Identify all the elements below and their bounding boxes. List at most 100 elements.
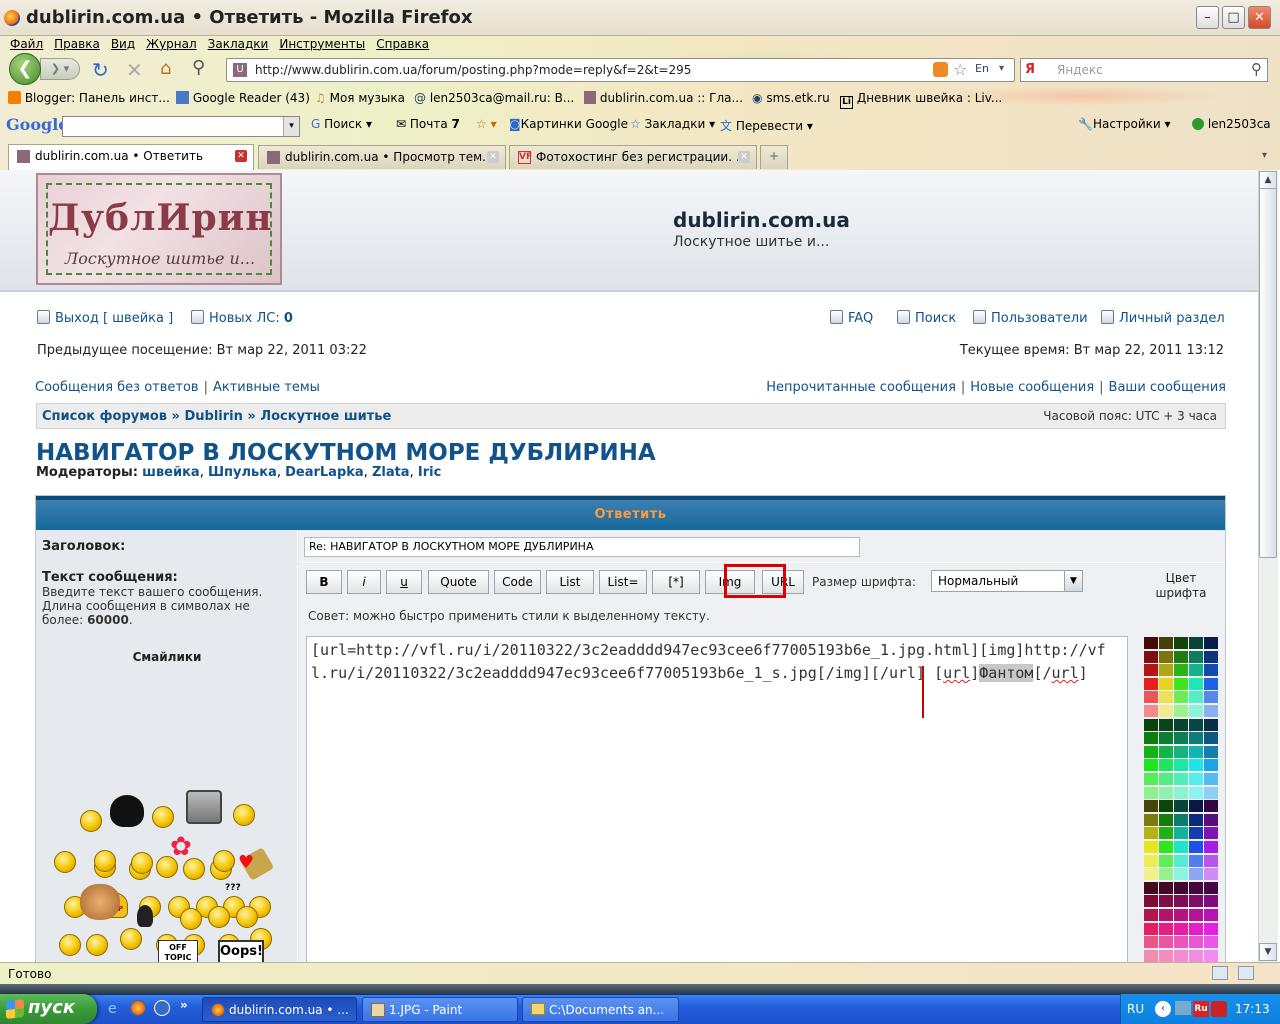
chevron-down-icon[interactable]: ▾ — [283, 117, 299, 136]
color-swatch[interactable] — [1189, 881, 1203, 894]
color-swatch[interactable] — [1144, 895, 1158, 908]
color-swatch[interactable] — [1174, 895, 1188, 908]
color-swatch[interactable] — [1174, 922, 1188, 935]
moderator-link[interactable]: Шпулька — [208, 465, 277, 480]
color-swatch[interactable] — [1144, 949, 1158, 962]
oops-sign[interactable]: Oops! — [218, 940, 264, 962]
list-ordered-button[interactable]: List= — [599, 570, 647, 594]
menu-history[interactable]: Журнал — [146, 37, 197, 51]
color-swatch[interactable] — [1159, 800, 1173, 813]
color-swatch[interactable] — [1144, 677, 1158, 690]
color-palette[interactable] — [1144, 637, 1218, 962]
color-swatch[interactable] — [1159, 677, 1173, 690]
quote-button[interactable]: Quote — [428, 570, 489, 594]
color-swatch[interactable] — [1174, 677, 1188, 690]
color-swatch[interactable] — [1159, 881, 1173, 894]
google-settings-button[interactable]: 🔧Настройки ▾ — [1078, 117, 1171, 131]
maximize-button[interactable]: □ — [1222, 6, 1245, 29]
color-swatch[interactable] — [1204, 677, 1218, 690]
color-swatch[interactable] — [1144, 773, 1158, 785]
offtopic-sign[interactable]: OFF TOPIC — [158, 940, 198, 962]
menu-tools[interactable]: Инструменты — [279, 37, 365, 51]
google-images-button[interactable]: ◙Картинки Google — [509, 117, 628, 131]
code-button[interactable]: Code — [494, 570, 541, 594]
color-swatch[interactable] — [1144, 786, 1158, 799]
color-swatch[interactable] — [1159, 922, 1173, 935]
color-swatch[interactable] — [1159, 773, 1173, 785]
color-swatch[interactable] — [1189, 922, 1203, 935]
color-swatch[interactable] — [1144, 650, 1158, 663]
url-dropdown-icon[interactable]: ▾ — [999, 63, 1004, 74]
new-posts-link[interactable]: Новые сообщения — [970, 380, 1094, 395]
smilie-icon[interactable] — [131, 852, 153, 874]
color-swatch[interactable] — [1174, 868, 1188, 881]
network-icon[interactable] — [1175, 1001, 1191, 1015]
color-swatch[interactable] — [1144, 854, 1158, 867]
tab-reply[interactable]: dublirin.com.ua • Ответить ✕ — [8, 144, 254, 170]
smilie-icon[interactable] — [208, 906, 230, 928]
scroll-down-button[interactable]: ▼ — [1259, 943, 1277, 961]
pm-link[interactable]: Новых ЛС: 0 — [191, 310, 293, 326]
moderator-link[interactable]: Iric — [418, 465, 441, 480]
color-swatch[interactable] — [1144, 759, 1158, 772]
color-swatch[interactable] — [1174, 705, 1188, 717]
color-swatch[interactable] — [1174, 854, 1188, 867]
chevron-left-icon[interactable]: ‹ — [1155, 1001, 1171, 1017]
close-tab-icon[interactable]: ✕ — [487, 151, 499, 163]
color-swatch[interactable] — [1159, 909, 1173, 921]
color-swatch[interactable] — [1159, 868, 1173, 881]
menu-help[interactable]: Справка — [376, 37, 429, 51]
stop-icon[interactable]: ✕ — [126, 58, 143, 82]
color-swatch[interactable] — [1189, 773, 1203, 785]
color-swatch[interactable] — [1144, 936, 1158, 949]
new-tab-button[interactable]: + — [760, 145, 788, 169]
page-title[interactable]: НАВИГАТОР В ЛОСКУТНОМ МОРЕ ДУБЛИРИНА — [36, 440, 656, 466]
color-swatch[interactable] — [1189, 949, 1203, 962]
color-swatch[interactable] — [1174, 759, 1188, 772]
color-swatch[interactable] — [1174, 773, 1188, 785]
zoom-icon[interactable]: ⚲ — [192, 57, 205, 78]
color-swatch[interactable] — [1189, 691, 1203, 704]
color-swatch[interactable] — [1144, 718, 1158, 731]
crumb-index[interactable]: Список форумов — [42, 409, 167, 424]
color-swatch[interactable] — [1159, 936, 1173, 949]
color-swatch[interactable] — [1204, 691, 1218, 704]
quicklaunch-more-icon[interactable]: » — [180, 998, 188, 1012]
color-swatch[interactable] — [1174, 732, 1188, 745]
color-swatch[interactable] — [1189, 909, 1203, 921]
back-button[interactable]: ❮ — [9, 53, 41, 85]
bulb-smilie-icon[interactable] — [137, 905, 153, 927]
minimize-button[interactable]: – — [1196, 6, 1219, 29]
color-swatch[interactable] — [1159, 637, 1173, 649]
taskbar-item-firefox[interactable]: dublirin.com.ua • ... — [202, 997, 357, 1022]
list-button[interactable]: List — [546, 570, 594, 594]
smilie-icon[interactable] — [236, 906, 258, 928]
color-swatch[interactable] — [1204, 705, 1218, 717]
color-swatch[interactable] — [1189, 677, 1203, 690]
tab-list-icon[interactable]: ▾ — [1262, 150, 1267, 161]
smilie-icon[interactable] — [213, 850, 235, 872]
color-swatch[interactable] — [1174, 650, 1188, 663]
color-swatch[interactable] — [1174, 745, 1188, 758]
smilie-icon[interactable] — [120, 928, 142, 950]
color-swatch[interactable] — [1204, 773, 1218, 785]
color-swatch[interactable] — [1189, 800, 1203, 813]
scroll-thumb[interactable] — [1259, 188, 1277, 558]
google-mail-button[interactable]: ✉ Почта 7 — [396, 117, 460, 131]
color-swatch[interactable] — [1144, 922, 1158, 935]
close-tab-icon[interactable]: ✕ — [738, 151, 750, 163]
google-star-icon[interactable]: ☆ ▾ — [476, 117, 497, 131]
tab-view-topic[interactable]: dublirin.com.ua • Просмотр тем... ✕ — [258, 145, 506, 169]
language-indicator[interactable]: RU — [1127, 1002, 1144, 1016]
color-swatch[interactable] — [1144, 745, 1158, 758]
tv-smilie-icon[interactable] — [186, 790, 222, 824]
italic-button[interactable]: i — [347, 570, 381, 594]
status-icon[interactable] — [1212, 966, 1228, 980]
color-swatch[interactable] — [1189, 732, 1203, 745]
color-swatch[interactable] — [1189, 759, 1203, 772]
color-swatch[interactable] — [1144, 800, 1158, 813]
bold-button[interactable]: B — [306, 570, 342, 594]
color-swatch[interactable] — [1159, 732, 1173, 745]
color-swatch[interactable] — [1144, 705, 1158, 717]
home-icon[interactable]: ⌂ — [160, 58, 171, 79]
